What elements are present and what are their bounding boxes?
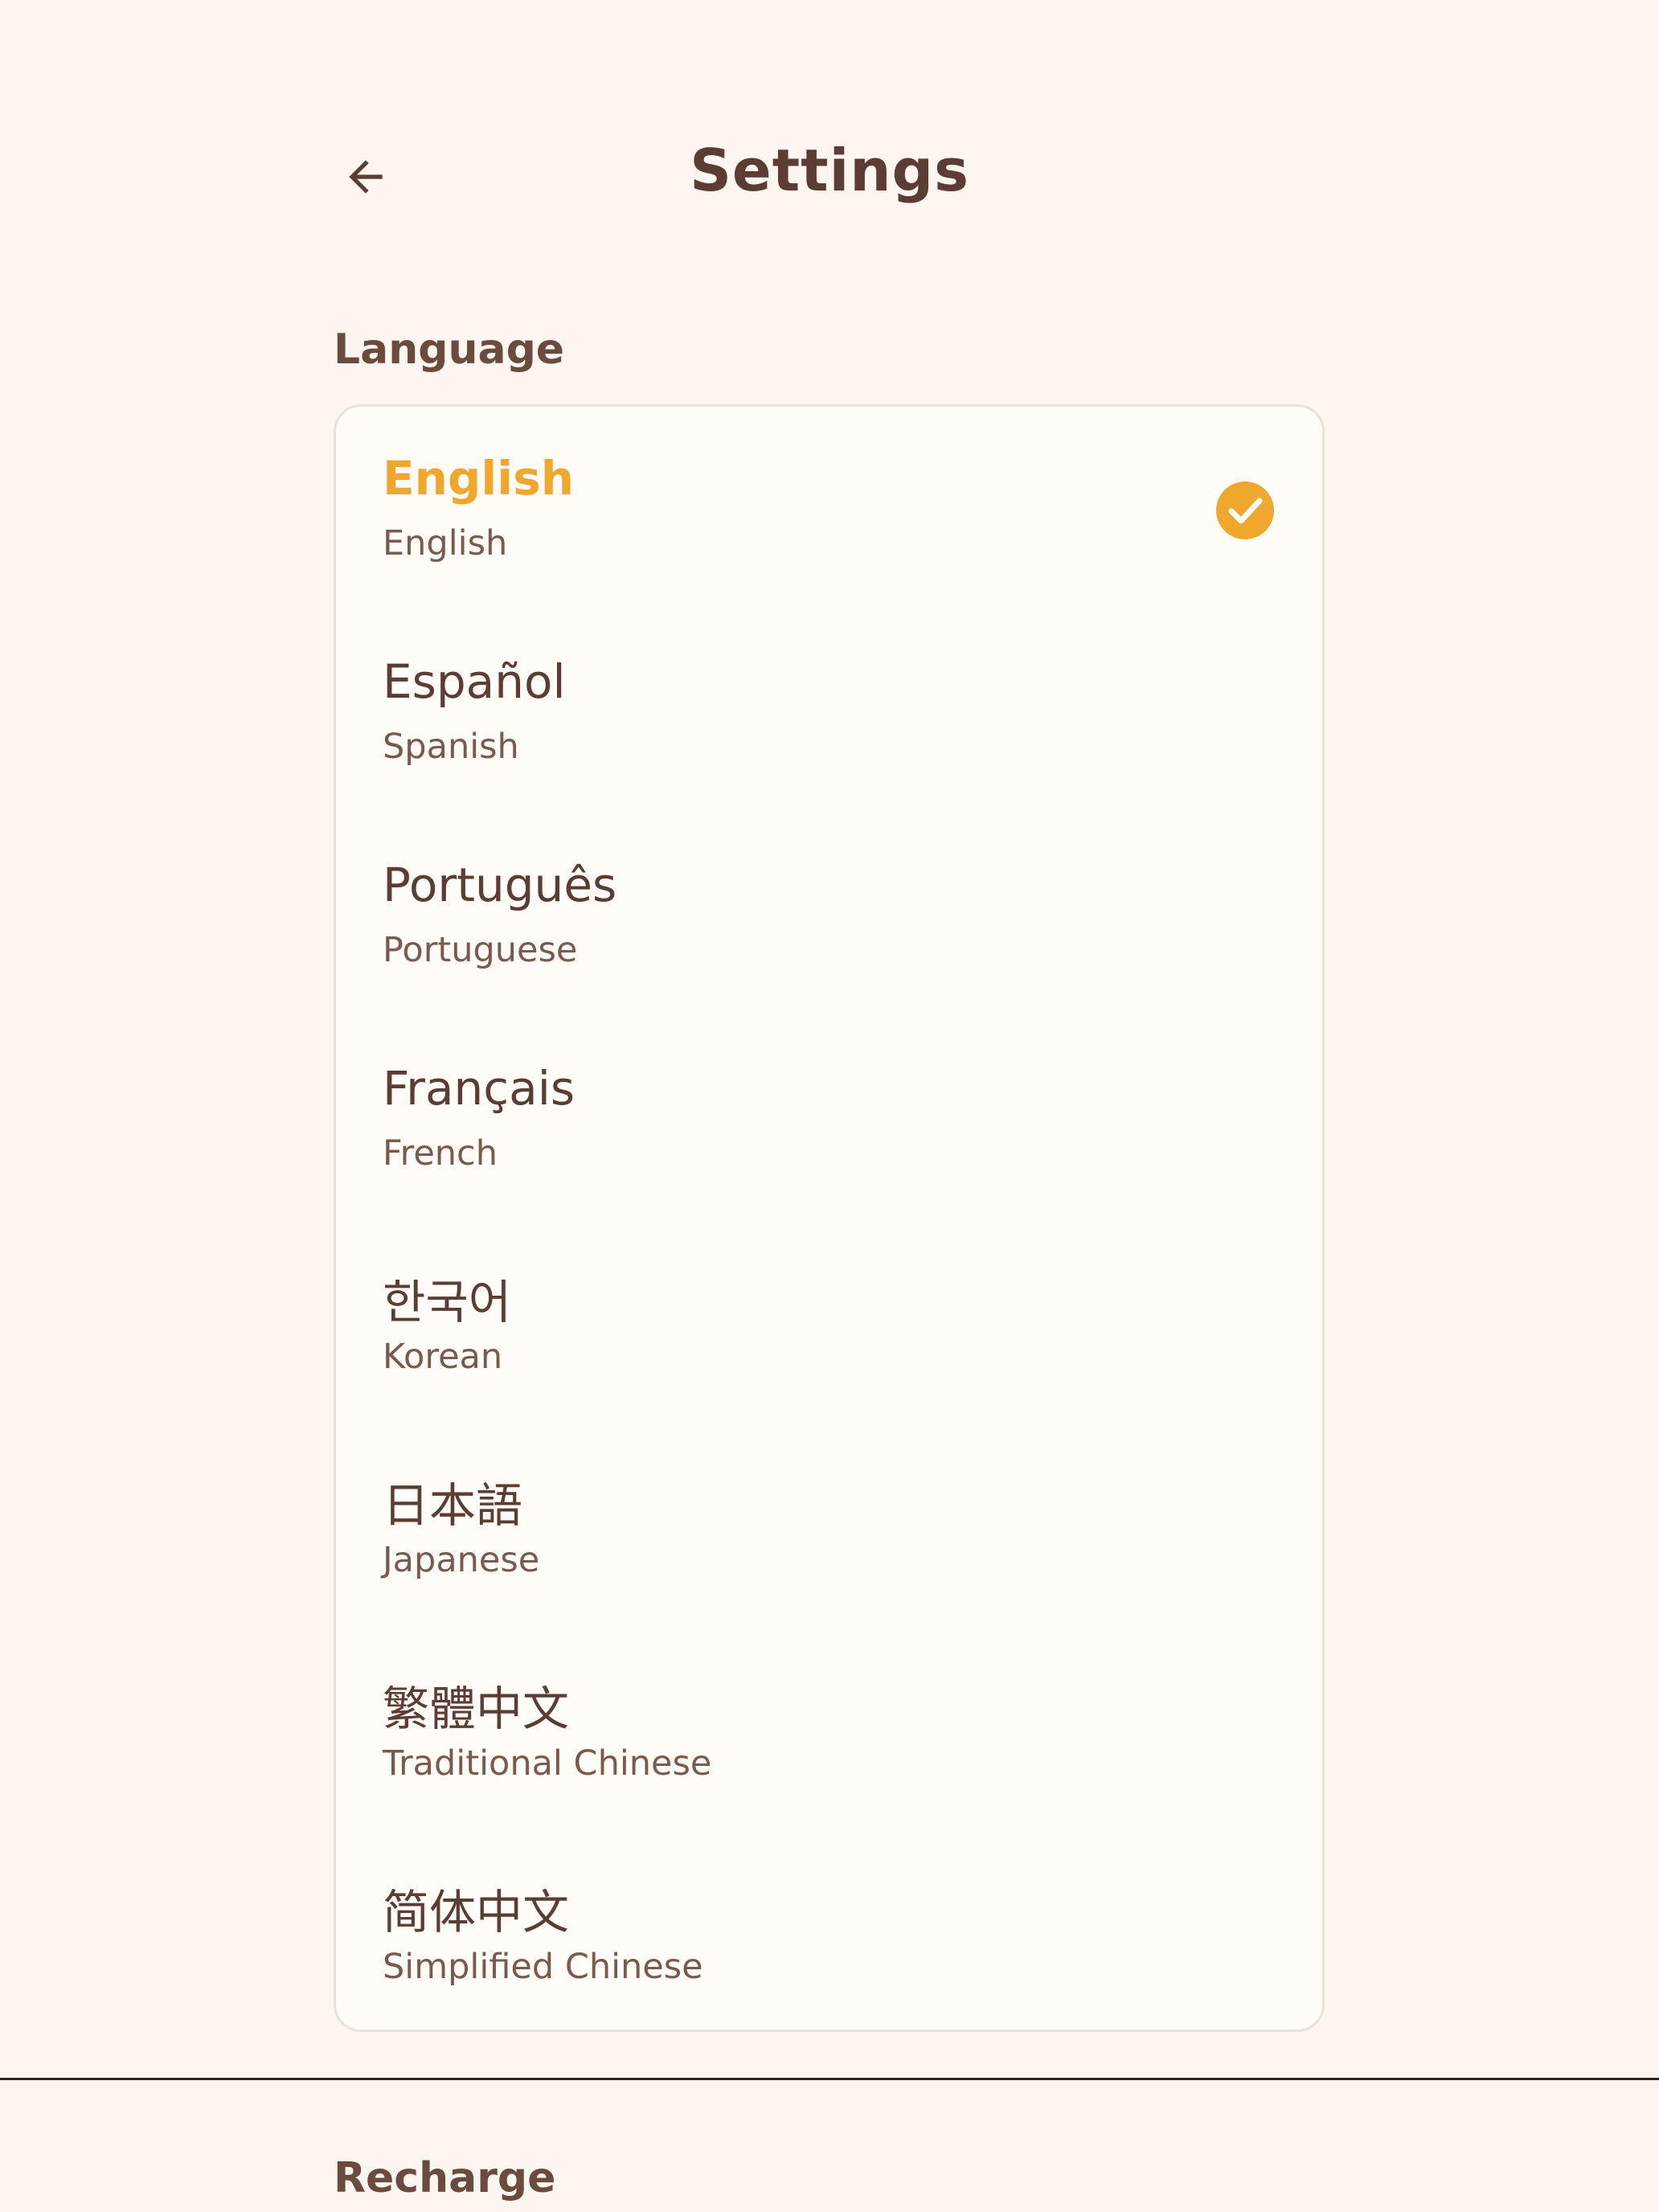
recharge-section-label: Recharge [334, 2154, 556, 2202]
language-native-name: 繁體中文 [383, 1682, 570, 1736]
top-app-bar: Settings [0, 0, 1659, 354]
language-native-name: Español [383, 654, 566, 709]
language-english-name: French [383, 1133, 498, 1174]
language-english-name: Traditional Chinese [383, 1743, 712, 1784]
language-english-name: Portuguese [383, 930, 578, 970]
check-circle-icon [1216, 481, 1274, 539]
language-english-name: Korean [383, 1337, 503, 1377]
language-option-french[interactable]: Français French [336, 1017, 1322, 1220]
section-divider [0, 2078, 1659, 2080]
language-option-simplified-chinese[interactable]: 简体中文 Simplified Chinese [336, 1830, 1322, 2030]
language-option-spanish[interactable]: Español Spanish [336, 610, 1322, 813]
language-option-japanese[interactable]: 日本語 Japanese [336, 1423, 1322, 1627]
page-title: Settings [690, 137, 969, 204]
language-native-name: Français [383, 1061, 576, 1116]
language-section-label: Language [334, 326, 565, 374]
language-native-name: 한국어 [383, 1275, 512, 1329]
language-native-name: 简体中文 [383, 1885, 570, 1940]
language-native-name: Português [383, 858, 617, 912]
language-option-korean[interactable]: 한국어 Korean [336, 1220, 1322, 1423]
language-english-name: English [383, 523, 508, 563]
language-english-name: Simplified Chinese [383, 1947, 703, 1987]
language-native-name: English [383, 451, 575, 506]
language-option-portuguese[interactable]: Português Portuguese [336, 813, 1322, 1017]
language-list: English English Español Spanish Portuguê… [334, 404, 1325, 2032]
language-english-name: Spanish [383, 727, 519, 767]
language-english-name: Japanese [383, 1540, 540, 1580]
language-option-english[interactable]: English English [336, 407, 1322, 610]
language-option-traditional-chinese[interactable]: 繁體中文 Traditional Chinese [336, 1627, 1322, 1830]
language-native-name: 日本語 [383, 1478, 523, 1533]
